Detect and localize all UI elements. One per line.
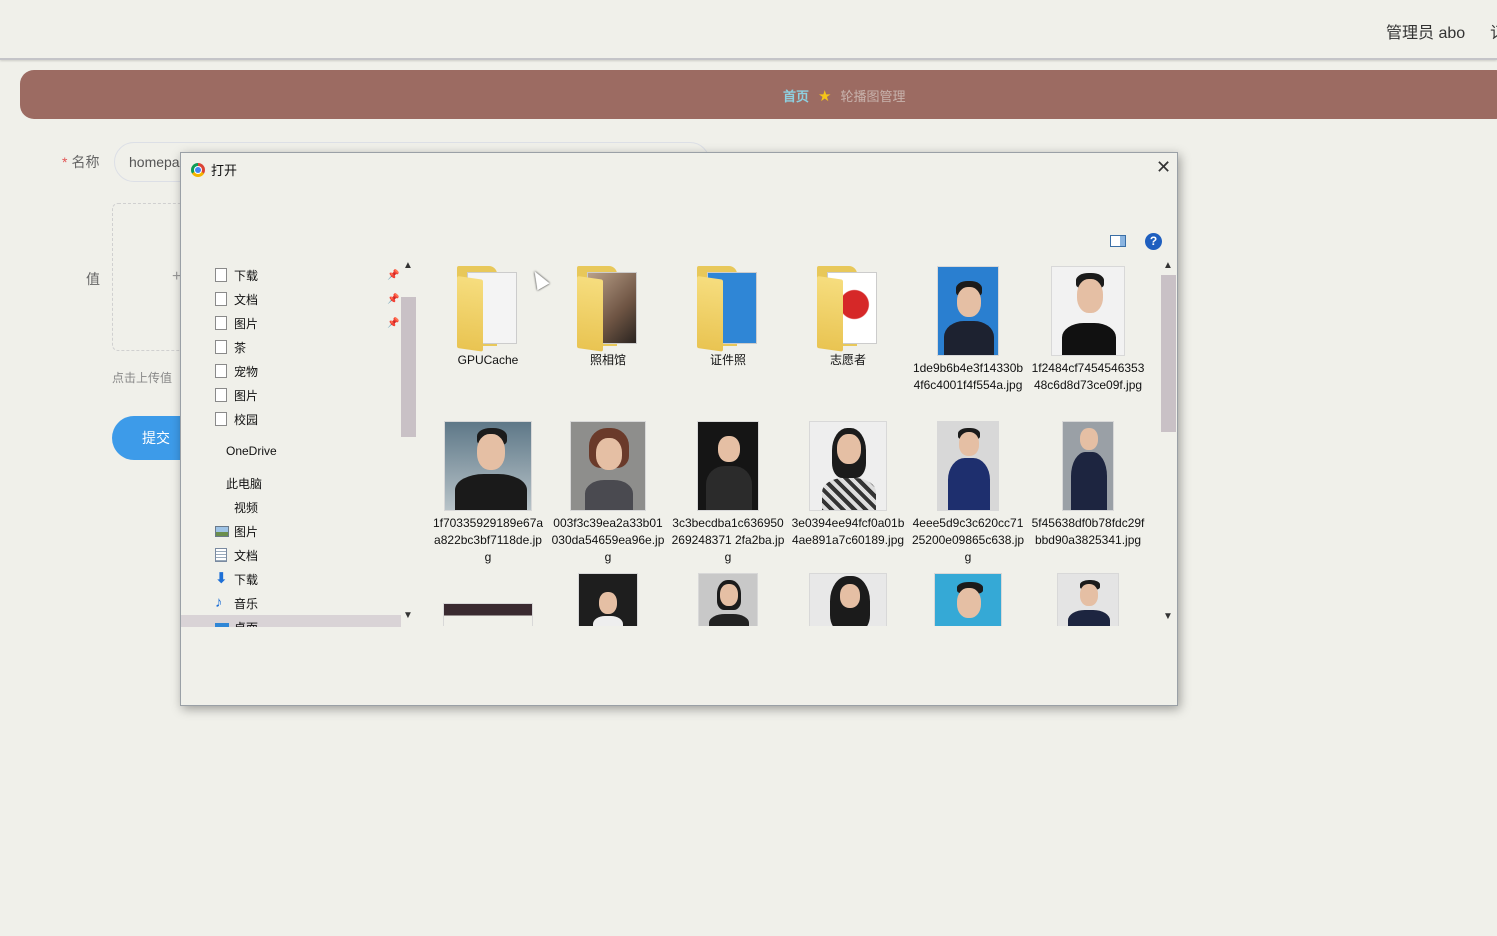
desktop-icon <box>215 622 229 627</box>
image-thumbnail <box>570 421 646 511</box>
pin-icon: 📌 <box>387 293 400 305</box>
folder-item[interactable]: 志愿者 <box>791 266 905 369</box>
image-item[interactable] <box>911 573 1025 626</box>
nav-item-pictures-2[interactable]: 图片 <box>181 383 401 407</box>
image-item[interactable] <box>431 603 545 626</box>
image-item[interactable]: 1f70335929189e67aa822bc3bf7118de.jpg <box>431 421 545 566</box>
preview-pane-icon[interactable] <box>1110 235 1126 247</box>
image-item[interactable]: 1de9b6b4e3f14330b4f6c4001f4f554a.jpg <box>911 266 1025 394</box>
nav-scroll-up-icon[interactable]: ▲ <box>403 260 413 271</box>
image-thumbnail <box>698 573 758 626</box>
image-thumbnail <box>1062 421 1114 511</box>
breadcrumb: 首页 ★ 轮播图管理 <box>20 70 1497 119</box>
image-thumbnail <box>809 421 887 511</box>
nav-item-pictures-quick[interactable]: 图片 📌 <box>181 311 401 335</box>
nav-item-campus[interactable]: 校园 <box>181 407 401 431</box>
folder-icon <box>577 266 639 352</box>
nav-item-desktop[interactable]: 桌面 <box>181 615 401 627</box>
folder-icon <box>697 266 759 352</box>
nav-item-music[interactable]: ♪ 音乐 <box>181 591 401 615</box>
file-list: GPUCache 照相馆 证件照 志愿者 1de9b6b4e3f14330b4f… <box>431 263 1159 626</box>
image-thumbnail <box>443 603 533 626</box>
file-icon <box>215 412 227 426</box>
image-thumbnail <box>1051 266 1125 356</box>
nav-item-tea[interactable]: 茶 <box>181 335 401 359</box>
dialog-title-bar: 打开 <box>191 160 237 179</box>
folder-icon <box>817 266 879 352</box>
file-icon <box>215 340 227 354</box>
nav-scrollbar-thumb[interactable] <box>401 297 416 437</box>
folder-item[interactable]: GPUCache <box>431 266 545 369</box>
nav-item-videos[interactable]: 视频 <box>181 495 401 519</box>
logout-link[interactable]: 订 <box>1490 19 1497 43</box>
folder-item[interactable]: 证件照 <box>671 266 785 369</box>
nav-item-pictures[interactable]: 图片 <box>181 519 401 543</box>
image-item[interactable] <box>791 573 905 626</box>
folder-item[interactable]: 照相馆 <box>551 266 665 369</box>
files-scrollbar-thumb[interactable] <box>1161 275 1176 432</box>
user-menu[interactable]: 管理员 abo <box>1386 19 1465 43</box>
name-label: * 名称 <box>62 154 100 170</box>
files-scroll-down-icon[interactable]: ▼ <box>1163 611 1173 622</box>
image-thumbnail <box>444 421 532 511</box>
pictures-icon <box>215 525 229 537</box>
music-icon: ♪ <box>215 594 223 611</box>
star-icon: ★ <box>818 87 832 105</box>
close-icon[interactable]: ✕ <box>1156 157 1171 178</box>
nav-item-pets[interactable]: 宠物 <box>181 359 401 383</box>
nav-item-downloads[interactable]: ⬇ 下载 <box>181 567 401 591</box>
nav-item-downloads-quick[interactable]: 下载 📌 <box>181 263 401 287</box>
image-item[interactable]: 3c3becdba1c636950269248371 2fa2ba.jpg <box>671 421 785 566</box>
nav-scroll-down-icon[interactable]: ▼ <box>403 610 413 621</box>
breadcrumb-home-link[interactable]: 首页 <box>783 86 809 105</box>
image-item[interactable]: 3e0394ee94fcf0a01b4ae891a7c60189.jpg <box>791 421 905 549</box>
upload-hint: 点击上传值 <box>112 371 173 385</box>
image-thumbnail <box>937 266 999 356</box>
file-icon <box>215 388 227 402</box>
image-thumbnail <box>937 421 999 511</box>
image-item[interactable]: 003f3c39ea2a33b01030da54659ea96e.jpg <box>551 421 665 566</box>
documents-icon <box>215 548 227 562</box>
file-icon <box>215 268 227 282</box>
image-thumbnail <box>697 421 759 511</box>
image-thumbnail <box>1057 573 1119 626</box>
download-icon: ⬇ <box>215 570 228 587</box>
image-thumbnail <box>809 573 887 626</box>
image-thumbnail <box>578 573 638 626</box>
nav-item-documents-quick[interactable]: 文档 📌 <box>181 287 401 311</box>
nav-item-this-pc[interactable]: 此电脑 <box>181 471 401 495</box>
image-item[interactable]: 1f2484cf745454635348c6d8d73ce09f.jpg <box>1031 266 1145 394</box>
image-item[interactable]: 4eee5d9c3c620cc7125200e09865c638.jpg <box>911 421 1025 566</box>
navigation-pane: 下载 📌 文档 📌 图片 📌 茶 宠物 图片 校园 OneDrive 此电脑 视频 图… <box>181 259 416 627</box>
value-label: 值 <box>86 271 100 287</box>
dialog-title: 打开 <box>211 163 238 178</box>
breadcrumb-current: 轮播图管理 <box>840 89 906 104</box>
pin-icon: 📌 <box>387 269 400 281</box>
required-mark: * <box>62 154 68 170</box>
nav-item-onedrive[interactable]: OneDrive <box>181 439 401 463</box>
file-icon <box>215 292 227 306</box>
image-item[interactable]: 5f45638df0b78fdc29fbbd90a3825341.jpg <box>1031 421 1145 549</box>
image-item[interactable] <box>1031 573 1145 626</box>
chrome-icon <box>191 162 205 177</box>
file-icon <box>215 364 227 378</box>
image-thumbnail <box>934 573 1002 626</box>
files-scroll-up-icon[interactable]: ▲ <box>1163 260 1173 271</box>
image-item[interactable] <box>671 573 785 626</box>
file-open-dialog: 打开 ✕ ? 下载 📌 文档 📌 图片 📌 茶 宠物 图片 校园 OneDrive 此… <box>180 152 1178 706</box>
top-bar: 管理员 abo 订 <box>0 0 1497 60</box>
pin-icon: 📌 <box>387 317 400 329</box>
nav-item-documents[interactable]: 文档 <box>181 543 401 567</box>
folder-icon <box>457 266 519 352</box>
help-icon[interactable]: ? <box>1145 233 1162 250</box>
file-icon <box>215 316 227 330</box>
image-item[interactable] <box>551 573 665 626</box>
